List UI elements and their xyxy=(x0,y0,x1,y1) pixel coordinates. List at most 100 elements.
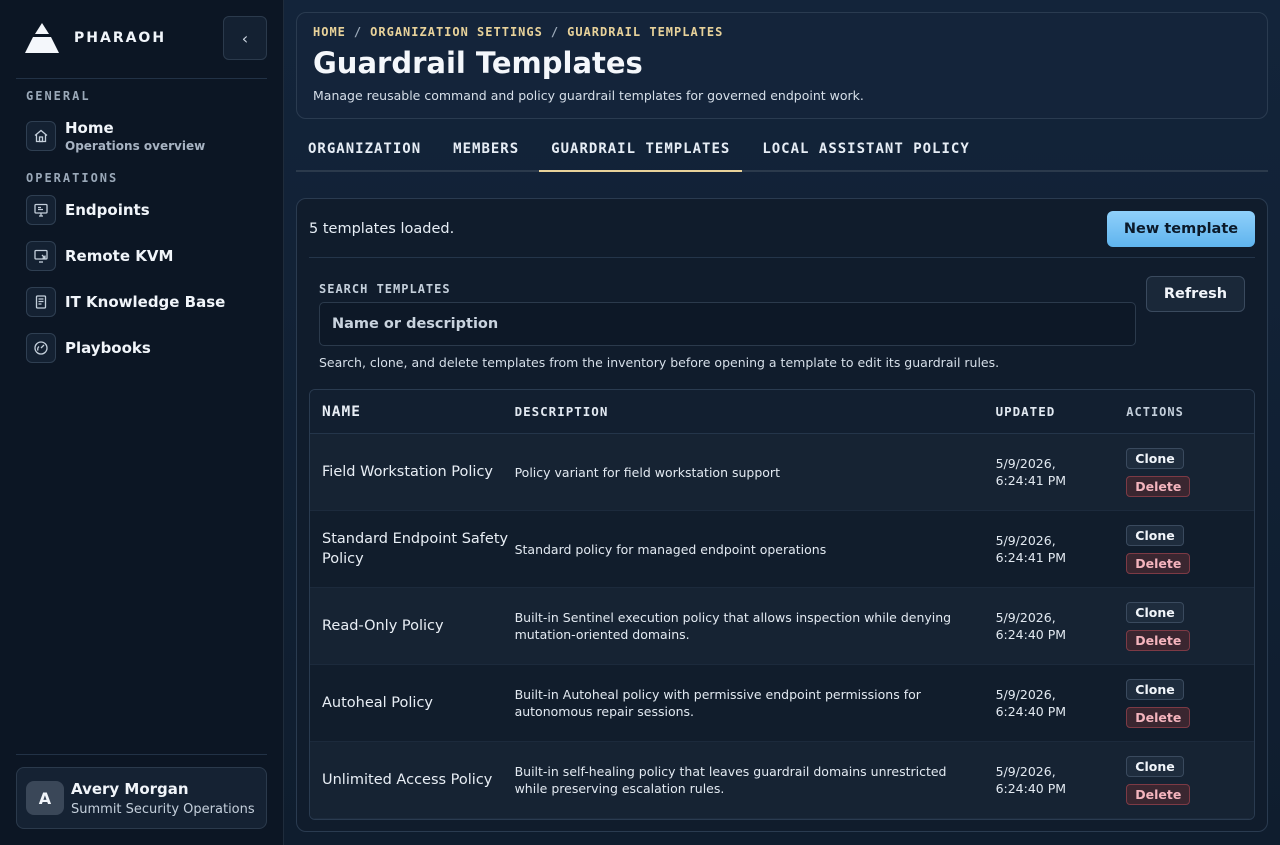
templates-table: NAME DESCRIPTION UPDATED ACTIONS Field W… xyxy=(309,389,1255,820)
updated-time: 6:24:40 PM xyxy=(995,781,1067,796)
section-operations: OPERATIONS xyxy=(26,171,119,185)
column-header-description: DESCRIPTION xyxy=(514,404,609,419)
templates-panel: 5 templates loaded. New template SEARCH … xyxy=(296,198,1268,832)
updated-date: 5/9/2026, xyxy=(995,533,1056,548)
refresh-button[interactable]: Refresh xyxy=(1146,276,1245,312)
template-updated: 5/9/2026, 6:24:41 PM xyxy=(996,532,1127,566)
column-header-actions: ACTIONS xyxy=(1126,404,1184,419)
user-card[interactable]: A Avery Morgan Summit Security Operation… xyxy=(16,767,267,829)
template-name[interactable]: Unlimited Access Policy xyxy=(310,770,515,790)
search-input[interactable] xyxy=(319,302,1136,346)
avatar: A xyxy=(26,781,64,815)
gauge-icon xyxy=(26,333,56,363)
column-header-name[interactable]: NAME xyxy=(310,402,515,422)
breadcrumb-separator: / xyxy=(353,25,363,39)
settings-tabs: ORGANIZATION MEMBERS GUARDRAIL TEMPLATES… xyxy=(296,136,1268,172)
breadcrumb-separator: / xyxy=(550,25,560,39)
monitor-icon xyxy=(26,195,56,225)
remote-screen-icon xyxy=(26,241,56,271)
panel-divider xyxy=(309,257,1255,258)
delete-button[interactable]: Delete xyxy=(1126,706,1191,728)
table-row[interactable]: Field Workstation Policy Policy variant … xyxy=(310,434,1254,511)
template-description: Standard policy for managed endpoint ope… xyxy=(514,541,827,557)
template-description: Built-in Sentinel execution policy that … xyxy=(514,610,952,642)
table-row[interactable]: Standard Endpoint Safety Policy Standard… xyxy=(310,511,1254,588)
page-title: Guardrail Templates xyxy=(313,46,643,80)
templates-status: 5 templates loaded. xyxy=(309,221,455,237)
template-updated: 5/9/2026, 6:24:40 PM xyxy=(996,686,1127,720)
updated-time: 6:24:41 PM xyxy=(995,473,1067,488)
breadcrumb-current: GUARDRAIL TEMPLATES xyxy=(567,25,724,39)
tab-guardrail-templates[interactable]: GUARDRAIL TEMPLATES xyxy=(539,136,743,172)
template-description: Built-in self-healing policy that leaves… xyxy=(514,764,947,796)
tab-local-assistant-policy[interactable]: LOCAL ASSISTANT POLICY xyxy=(750,136,981,172)
row-actions: Clone Delete xyxy=(1126,678,1254,728)
new-template-button[interactable]: New template xyxy=(1107,211,1255,247)
sidebar-divider xyxy=(16,754,267,755)
tab-members[interactable]: MEMBERS xyxy=(441,136,531,172)
sidebar-item-label: Playbooks xyxy=(65,339,151,357)
sidebar-item-sublabel: Operations overview xyxy=(65,139,206,153)
pyramid-logo-icon xyxy=(25,23,59,53)
delete-button[interactable]: Delete xyxy=(1126,629,1191,651)
search-label: SEARCH TEMPLATES xyxy=(319,282,451,296)
sidebar-item-label: Remote KVM xyxy=(65,247,174,265)
sidebar-item-remote-kvm[interactable]: Remote KVM xyxy=(26,241,173,271)
clone-button[interactable]: Clone xyxy=(1126,447,1184,469)
template-description: Policy variant for field workstation sup… xyxy=(514,464,780,480)
collapse-sidebar-button[interactable]: ‹ xyxy=(223,16,267,60)
breadcrumb: HOME / ORGANIZATION SETTINGS / GUARDRAIL… xyxy=(313,25,723,39)
table-row[interactable]: Unlimited Access Policy Built-in self-he… xyxy=(310,742,1254,819)
user-name: Avery Morgan xyxy=(71,779,189,798)
template-name[interactable]: Autoheal Policy xyxy=(310,693,515,713)
page-subtitle: Manage reusable command and policy guard… xyxy=(313,88,864,103)
section-general: GENERAL xyxy=(26,89,91,103)
tab-organization[interactable]: ORGANIZATION xyxy=(296,136,433,172)
row-actions: Clone Delete xyxy=(1126,601,1254,651)
main-content: HOME / ORGANIZATION SETTINGS / GUARDRAIL… xyxy=(284,0,1280,845)
template-name[interactable]: Read-Only Policy xyxy=(310,616,515,636)
sidebar-item-home[interactable]: Home Operations overview xyxy=(26,119,205,153)
sidebar-item-endpoints[interactable]: Endpoints xyxy=(26,195,150,225)
breadcrumb-organization-settings[interactable]: ORGANIZATION SETTINGS xyxy=(370,25,543,39)
breadcrumb-home[interactable]: HOME xyxy=(313,25,346,39)
updated-time: 6:24:40 PM xyxy=(995,627,1067,642)
row-actions: Clone Delete xyxy=(1126,755,1254,805)
sidebar-item-label: Endpoints xyxy=(65,201,150,219)
sidebar-item-it-knowledge-base[interactable]: IT Knowledge Base xyxy=(26,287,225,317)
row-actions: Clone Delete xyxy=(1126,447,1254,497)
template-name[interactable]: Standard Endpoint Safety Policy xyxy=(310,529,515,569)
updated-date: 5/9/2026, xyxy=(995,456,1056,471)
updated-date: 5/9/2026, xyxy=(995,610,1056,625)
clone-button[interactable]: Clone xyxy=(1126,601,1184,623)
delete-button[interactable]: Delete xyxy=(1126,783,1191,805)
column-header-updated[interactable]: UPDATED xyxy=(996,403,1127,420)
home-icon xyxy=(26,121,56,151)
table-row[interactable]: Autoheal Policy Built-in Autoheal policy… xyxy=(310,665,1254,742)
updated-date: 5/9/2026, xyxy=(995,687,1056,702)
book-icon xyxy=(26,287,56,317)
template-updated: 5/9/2026, 6:24:40 PM xyxy=(996,763,1127,797)
user-org: Summit Security Operations xyxy=(71,801,255,817)
delete-button[interactable]: Delete xyxy=(1126,552,1191,574)
template-description: Built-in Autoheal policy with permissive… xyxy=(514,687,921,719)
template-name[interactable]: Field Workstation Policy xyxy=(310,462,515,482)
updated-time: 6:24:41 PM xyxy=(995,550,1067,565)
page-header: HOME / ORGANIZATION SETTINGS / GUARDRAIL… xyxy=(296,12,1268,119)
brand[interactable]: PHARAOH xyxy=(24,22,166,54)
brand-name: PHARAOH xyxy=(74,30,167,46)
delete-button[interactable]: Delete xyxy=(1126,475,1191,497)
search-hint: Search, clone, and delete templates from… xyxy=(319,355,1000,370)
sidebar-item-label: IT Knowledge Base xyxy=(65,293,226,311)
row-actions: Clone Delete xyxy=(1126,524,1254,574)
table-body: Field Workstation Policy Policy variant … xyxy=(310,434,1254,819)
clone-button[interactable]: Clone xyxy=(1126,678,1184,700)
updated-date: 5/9/2026, xyxy=(995,764,1056,779)
sidebar-item-playbooks[interactable]: Playbooks xyxy=(26,333,151,363)
table-row[interactable]: Read-Only Policy Built-in Sentinel execu… xyxy=(310,588,1254,665)
clone-button[interactable]: Clone xyxy=(1126,524,1184,546)
sidebar-item-label: Home xyxy=(65,119,114,137)
table-header: NAME DESCRIPTION UPDATED ACTIONS xyxy=(310,390,1254,434)
template-updated: 5/9/2026, 6:24:41 PM xyxy=(996,455,1127,489)
clone-button[interactable]: Clone xyxy=(1126,755,1184,777)
